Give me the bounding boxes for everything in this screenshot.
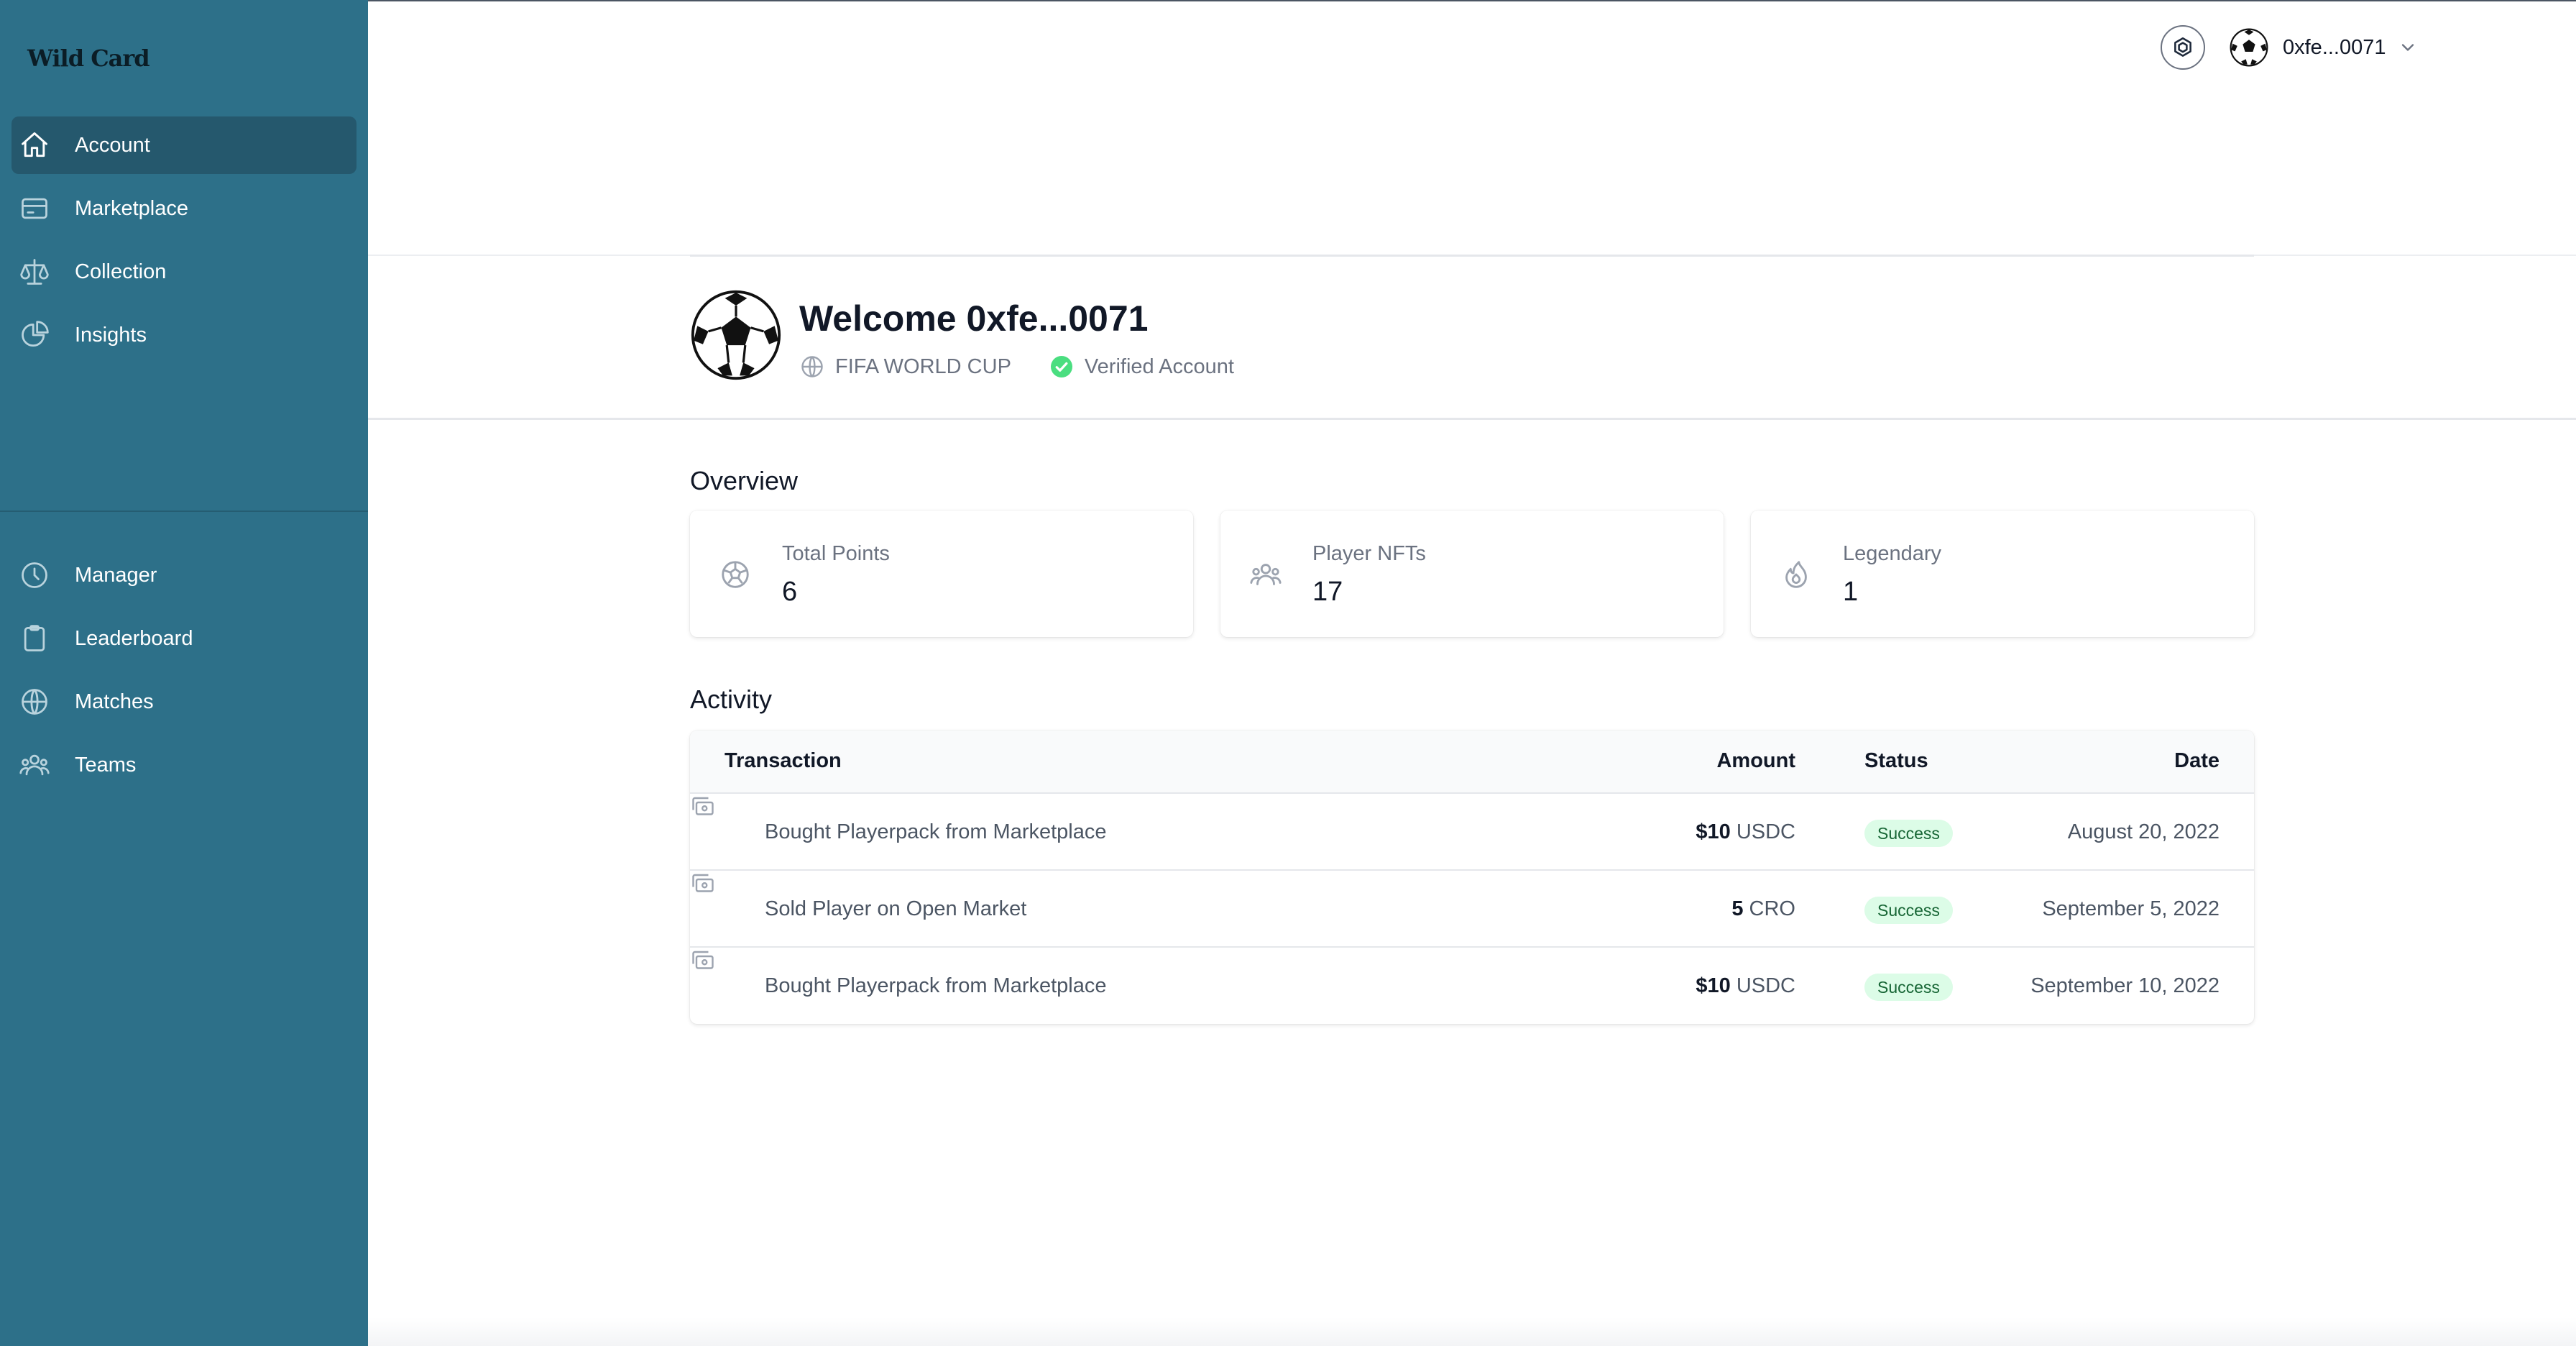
account-menu-button[interactable]: 0xfe...0071 bbox=[2230, 27, 2418, 68]
transaction-amount: 5 CRO bbox=[1731, 897, 1795, 920]
user-group-icon bbox=[1250, 564, 1282, 585]
sidebar-divider bbox=[0, 511, 368, 512]
logo-text: Wild Card bbox=[27, 45, 150, 72]
table-row[interactable]: Bought Playerpack from Marketplace $10 U… bbox=[690, 948, 2254, 1024]
transaction-date: September 10, 2022 bbox=[2030, 974, 2220, 997]
sidebar-item-label: Manager bbox=[75, 563, 157, 587]
soccer-ball-icon bbox=[722, 561, 749, 588]
sidebar-item-label: Account bbox=[75, 133, 150, 157]
profile-meta: FIFA WORLD CUP Verified Account bbox=[799, 352, 1234, 381]
stat-label: Total Points bbox=[782, 542, 890, 565]
column-header-transaction: Transaction bbox=[724, 749, 842, 772]
league-label: FIFA WORLD CUP bbox=[835, 354, 1011, 378]
clipboard-icon bbox=[19, 623, 50, 654]
sidebar-item-label: Collection bbox=[75, 260, 167, 283]
sidebar-item-label: Marketplace bbox=[75, 196, 188, 220]
column-header-status: Status bbox=[1864, 749, 1928, 772]
header-divider bbox=[690, 255, 2254, 257]
home-icon bbox=[19, 129, 50, 161]
credit-card-icon bbox=[19, 193, 50, 224]
transaction-name: Bought Playerpack from Marketplace bbox=[765, 974, 1107, 997]
sidebar-item-manager[interactable]: Manager bbox=[12, 546, 356, 604]
soccer-ball-icon bbox=[2230, 28, 2268, 67]
wildcard-logo[interactable]: Wild Card bbox=[27, 40, 150, 76]
pie-chart-icon bbox=[19, 319, 50, 351]
stat-value: 17 bbox=[1312, 577, 1343, 607]
globe-icon bbox=[19, 686, 50, 718]
stat-label: Legendary bbox=[1843, 542, 1942, 565]
sidebar-item-collection[interactable]: Collection bbox=[12, 243, 356, 301]
cash-icon bbox=[692, 874, 714, 892]
cash-icon bbox=[692, 797, 714, 815]
overview-title: Overview bbox=[690, 466, 799, 495]
activity-table: Transaction Amount Status Date Bought Pl… bbox=[690, 731, 2254, 1024]
stat-value: 1 bbox=[1843, 577, 1859, 607]
stat-card-total-points: Total Points 6 bbox=[690, 511, 1193, 637]
sidebar-item-label: Leaderboard bbox=[75, 626, 193, 650]
verified-label: Verified Account bbox=[1084, 354, 1234, 378]
transaction-date: September 5, 2022 bbox=[2042, 897, 2220, 920]
fire-icon bbox=[1785, 561, 1807, 588]
table-header: Transaction Amount Status Date bbox=[690, 731, 2254, 794]
sidebar: Wild Card Account Marketplace Collection bbox=[0, 0, 368, 1346]
clock-icon bbox=[19, 559, 50, 591]
stat-card-player-nfts: Player NFTs 17 bbox=[1220, 511, 1724, 637]
chevron-down-icon bbox=[2401, 44, 2414, 51]
sidebar-item-label: Matches bbox=[75, 690, 154, 713]
cash-icon bbox=[692, 951, 714, 969]
stat-label: Player NFTs bbox=[1312, 542, 1426, 565]
check-circle-icon bbox=[1050, 356, 1072, 377]
transaction-amount: $10 USDC bbox=[1696, 974, 1795, 997]
stat-value: 6 bbox=[782, 577, 798, 607]
transaction-date: August 20, 2022 bbox=[2067, 820, 2220, 843]
stat-card-legendary: Legendary 1 bbox=[1751, 511, 2254, 637]
sidebar-item-leaderboard[interactable]: Leaderboard bbox=[12, 610, 356, 667]
column-header-amount: Amount bbox=[1716, 749, 1795, 772]
table-row[interactable]: Sold Player on Open Market 5 CRO Success… bbox=[690, 871, 2254, 948]
activity-title: Activity bbox=[690, 685, 773, 714]
sidebar-item-label: Teams bbox=[75, 753, 137, 777]
user-group-icon bbox=[19, 749, 50, 781]
profile-avatar bbox=[691, 290, 781, 380]
column-header-date: Date bbox=[2174, 749, 2220, 772]
page-title: Welcome 0xfe...0071 bbox=[799, 298, 1149, 339]
table-row[interactable]: Bought Playerpack from Marketplace $10 U… bbox=[690, 794, 2254, 871]
transaction-name: Bought Playerpack from Marketplace bbox=[765, 820, 1107, 843]
transaction-name: Sold Player on Open Market bbox=[765, 897, 1027, 920]
transaction-amount: $10 USDC bbox=[1696, 820, 1795, 843]
sidebar-item-insights[interactable]: Insights bbox=[12, 306, 356, 364]
sidebar-item-teams[interactable]: Teams bbox=[12, 736, 356, 794]
sidebar-item-label: Insights bbox=[75, 323, 147, 347]
status-badge: Success bbox=[1864, 820, 1953, 847]
sidebar-item-matches[interactable]: Matches bbox=[12, 673, 356, 731]
account-label: 0xfe...0071 bbox=[2283, 35, 2386, 59]
sidebar-item-account[interactable]: Account bbox=[12, 116, 356, 174]
cronos-chain-icon bbox=[2174, 37, 2191, 57]
status-badge: Success bbox=[1864, 974, 1953, 1001]
top-border bbox=[368, 0, 2576, 1]
bottom-shade bbox=[368, 1317, 2576, 1346]
sidebar-item-marketplace[interactable]: Marketplace bbox=[12, 180, 356, 237]
status-badge: Success bbox=[1864, 897, 1953, 924]
chain-selector-button[interactable] bbox=[2161, 25, 2205, 70]
globe-icon bbox=[801, 356, 823, 377]
scale-icon bbox=[19, 256, 50, 288]
